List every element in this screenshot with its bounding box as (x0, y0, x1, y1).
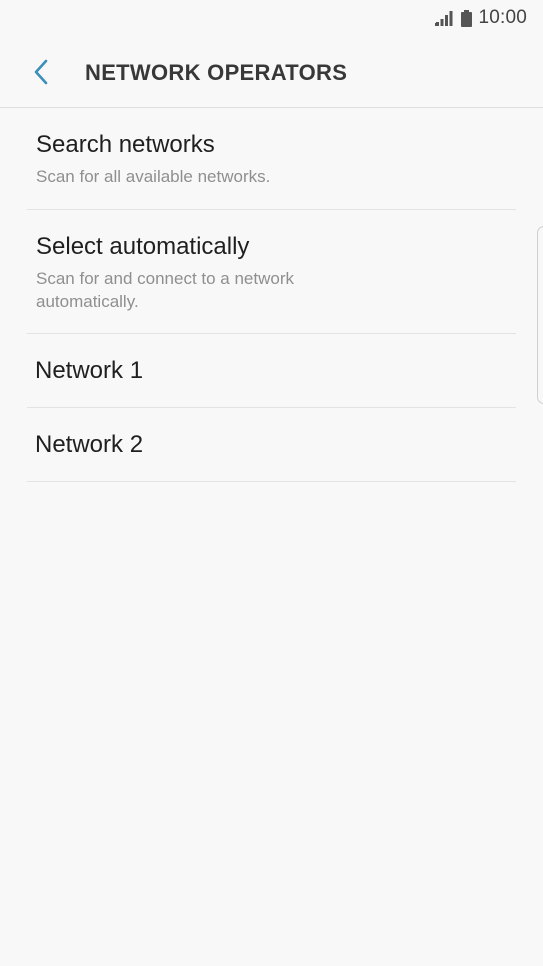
page-title: NETWORK OPERATORS (85, 60, 348, 85)
back-button[interactable] (24, 53, 58, 91)
status-time: 10:00 (478, 7, 527, 28)
search-networks-summary: Scan for all available networks. (36, 167, 271, 186)
network-operators-list: Search networks Scan for all available n… (0, 108, 543, 482)
select-automatically-title: Select automatically (36, 233, 250, 260)
network-1-item[interactable]: Network 1 (27, 334, 516, 408)
network-1-title: Network 1 (35, 357, 144, 384)
search-networks-title: Search networks (36, 131, 215, 158)
select-automatically-item[interactable]: Select automatically Scan for and connec… (27, 210, 516, 334)
status-bar: 10:00 (0, 0, 543, 36)
signal-icon (435, 11, 453, 26)
select-automatically-summary: Scan for and connect to a network automa… (36, 269, 294, 311)
search-networks-item[interactable]: Search networks Scan for all available n… (27, 108, 516, 210)
network-2-item[interactable]: Network 2 (27, 408, 516, 482)
chevron-left-icon (34, 59, 48, 85)
status-indicators: 10:00 (435, 7, 527, 29)
network-2-title: Network 2 (35, 431, 144, 458)
app-header: NETWORK OPERATORS (0, 36, 543, 108)
battery-icon (461, 9, 473, 27)
screen: 10:00 NETWORK OPERATORS Search networks … (0, 0, 543, 966)
edge-panel-handle[interactable] (537, 226, 543, 404)
